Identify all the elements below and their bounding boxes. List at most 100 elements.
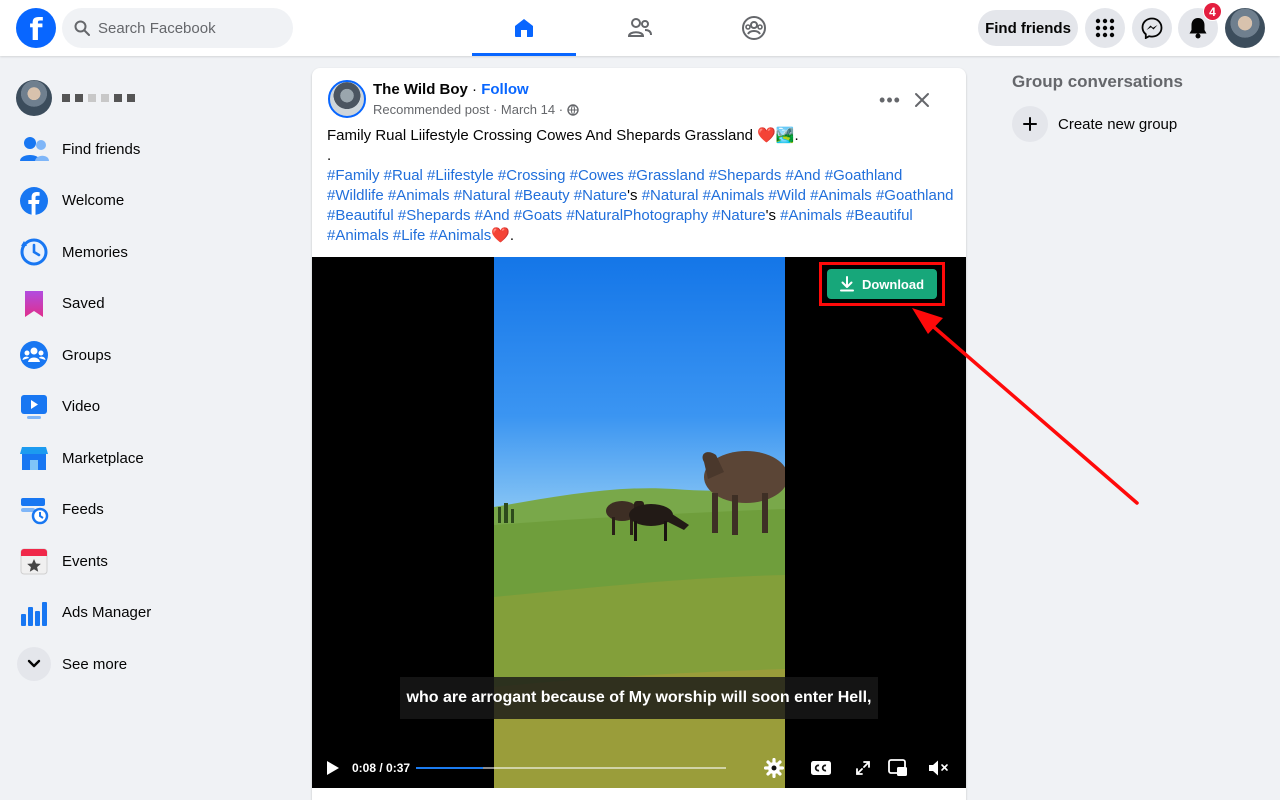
redacted-profile-name [62,93,135,102]
sidebar-item-label: Welcome [62,192,125,210]
post-meta-text: Recommended post · March 14 · [373,102,564,117]
sidebar-item-label: See more [62,655,128,673]
sidebar-item-events[interactable]: Events [8,536,288,588]
chevron-down-icon [27,660,41,668]
post-tail: ❤️. [491,227,515,244]
groups-icon [742,16,766,40]
progress-bar[interactable] [416,767,726,769]
tab-friends[interactable] [588,0,692,56]
tab-groups[interactable] [702,0,806,56]
grid-menu-icon [1095,18,1115,38]
right-column: Group conversations Create new group [1004,72,1264,146]
friends-icon [627,18,652,37]
video-caption: who are arrogant because of My worship w… [400,677,878,719]
messenger-icon [1141,17,1163,39]
tab-home[interactable] [472,0,576,56]
picture-in-picture-icon [888,759,907,776]
group-conversations-title: Group conversations [1012,72,1183,91]
post-body: Family Rual Liifestyle Crossing Cowes An… [327,126,957,246]
marketplace-icon [20,447,48,471]
sidebar-item-see-more[interactable]: See more [8,639,288,691]
globe-icon [567,103,579,116]
sidebar-item-label: Video [62,398,101,416]
sidebar-item-ads-manager[interactable]: Ads Manager [8,587,288,639]
expand-icon [856,761,870,775]
separator: · [467,81,482,98]
search-icon [74,20,90,36]
sidebar-item-groups[interactable]: Groups [8,330,288,382]
speaker-muted-icon [929,760,948,776]
play-button[interactable] [326,760,340,781]
ads-icon [21,601,47,626]
friends-icon [20,137,49,162]
search-input[interactable] [98,19,278,37]
picture-in-picture-button[interactable] [887,757,909,779]
sidebar-item-welcome[interactable]: Welcome [8,175,288,227]
plus-icon [1023,117,1037,131]
sidebar-item-label: Events [62,552,108,570]
events-icon [20,548,48,575]
sidebar-item-feeds[interactable]: Feeds [8,484,288,536]
sidebar-item-label: Feeds [62,501,104,519]
sidebar-item-label: Memories [62,243,128,261]
sidebar-item-marketplace[interactable]: Marketplace [8,433,288,485]
bell-icon [1189,18,1207,39]
post-title-text: Family Rual Liifestyle Crossing Cowes An… [327,127,799,144]
notification-badge: 4 [1203,2,1222,21]
video-player[interactable]: who are arrogant because of My worship w… [312,257,966,788]
feeds-icon [21,497,49,524]
post-meta: Recommended post · March 14 · [373,102,579,117]
gear-icon [764,758,784,778]
account-avatar[interactable] [1225,8,1265,48]
create-new-group-button[interactable]: Create new group [1004,102,1264,146]
post-header: The Wild Boy · Follow Recommended post ·… [328,80,950,120]
download-button[interactable]: Download [827,269,937,299]
clock-icon [20,238,48,266]
post-author-line: The Wild Boy · Follow [373,81,529,98]
apostrophe-s: 's [765,207,777,224]
home-icon [515,19,533,37]
bookmark-icon [25,290,43,317]
sidebar-item-memories[interactable]: Memories [8,227,288,279]
facebook-logo-icon[interactable]: f [16,8,56,48]
sidebar-item-find-friends[interactable]: Find friends [8,124,288,176]
groups-icon [20,341,48,370]
author-avatar[interactable] [328,80,366,118]
create-new-group-label: Create new group [1058,115,1178,133]
sidebar-item-video[interactable]: Video [8,381,288,433]
feed-post: The Wild Boy · Follow Recommended post ·… [312,68,966,800]
progress-fill [416,767,483,769]
play-icon [327,761,339,775]
sidebar-item-saved[interactable]: Saved [8,278,288,330]
sidebar-item-label: Saved [62,295,105,313]
find-friends-button[interactable]: Find friends [978,10,1078,46]
sidebar-item-label: Marketplace [62,449,144,467]
sidebar-item-label: Ads Manager [62,604,152,622]
video-controls: 0:08 / 0:37 [312,746,966,788]
sidebar-item-label: Groups [62,346,112,364]
author-name-link[interactable]: The Wild Boy [373,81,468,98]
sidebar-item-profile[interactable] [8,72,288,124]
download-icon [839,276,854,292]
facebook-icon [20,186,48,215]
fullscreen-button[interactable] [852,757,874,779]
post-hashtags[interactable]: #Family #Rual #Liifestyle #Crossing #Cow… [327,166,957,246]
video-icon [21,394,47,419]
close-icon[interactable] [908,86,936,114]
mute-button[interactable] [928,757,950,779]
settings-button[interactable] [763,757,785,779]
sidebar-item-label: Find friends [62,140,141,158]
messenger-button[interactable] [1132,8,1172,48]
video-time: 0:08 / 0:37 [352,761,411,775]
left-sidebar: Find friends Welcome Memories Saved Grou… [8,72,288,690]
menu-button[interactable] [1085,8,1125,48]
follow-link[interactable]: Follow [481,81,529,98]
more-options-icon[interactable]: ••• [876,86,904,114]
top-navigation-bar: f Find friends 4 [0,0,1280,56]
captions-button[interactable] [810,757,832,779]
closed-captions-icon [811,761,831,775]
download-highlight-box: Download [819,262,945,306]
apostrophe-s: 's [627,187,638,204]
search-bar[interactable] [62,8,293,48]
download-label: Download [861,276,925,292]
